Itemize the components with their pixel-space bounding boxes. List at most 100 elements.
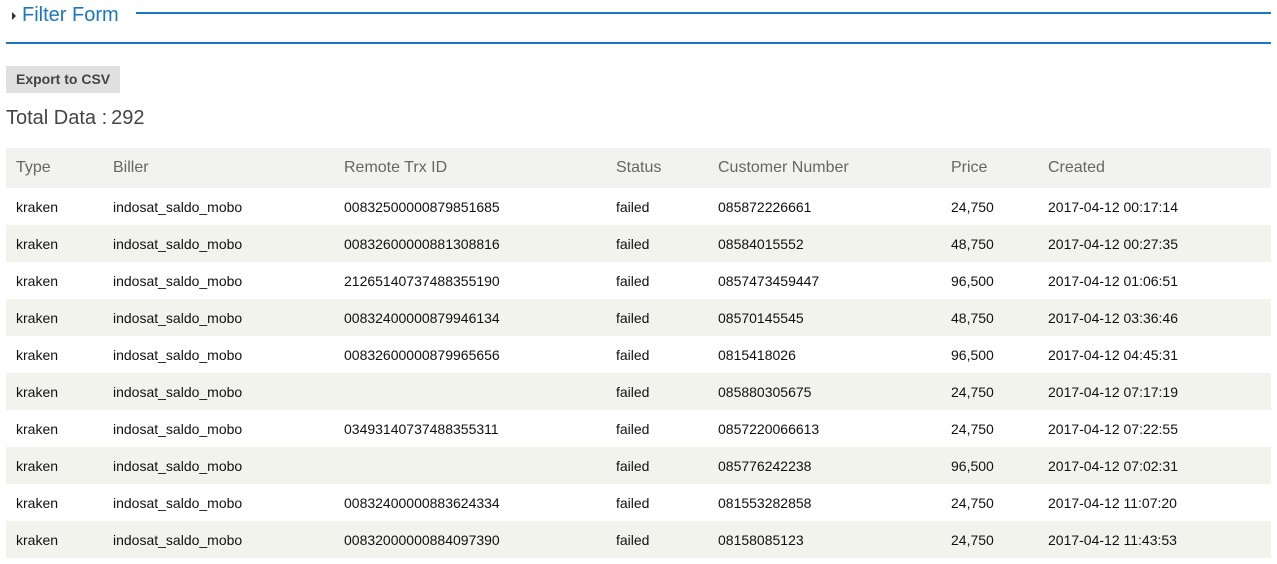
table-row: kraken indosat_saldo_mobo 0083260000087996… [6,336,1271,373]
biller-cell: indosat_saldo_mobo [103,373,334,410]
biller-cell: indosat_saldo_mobo [103,410,334,447]
type-cell: kraken [6,521,103,558]
column-status-header[interactable]: Status [606,148,708,188]
filter-form-toggle[interactable]: Filter Form [12,3,119,27]
customer-number-cell: 085880305675 [708,373,941,410]
column-type-header[interactable]: Type [6,148,103,188]
created-cell: 2017-04-12 11:43:53 [1038,521,1271,558]
status-cell: failed [606,447,708,484]
total-data-count: 292 [111,107,145,129]
price-cell: 24,750 [941,484,1038,521]
type-cell: kraken [6,447,103,484]
created-cell: 2017-04-12 07:22:55 [1038,410,1271,447]
column-biller-header[interactable]: Biller [103,148,334,188]
transactions-table: Type Biller Remote Trx ID Status Customer Nu… [6,148,1271,558]
status-cell: failed [606,299,708,336]
caret-right-icon [12,12,16,20]
column-created-header[interactable]: Created [1038,148,1271,188]
remote-trx-id-cell: 21265140737488355190 [334,262,606,299]
table-row: kraken indosat_saldo_mobo 2126514073748835… [6,262,1271,299]
price-cell: 48,750 [941,225,1038,262]
type-cell: kraken [6,188,103,225]
created-cell: 2017-04-12 04:45:31 [1038,336,1271,373]
remote-trx-id-cell [334,373,606,410]
table-row: kraken indosat_saldo_mobo 0083250000087985… [6,188,1271,225]
biller-cell: indosat_saldo_mobo [103,225,334,262]
remote-trx-id-cell: 00832600000879965656 [334,336,606,373]
total-data: Total Data :292 [6,106,145,130]
type-cell: kraken [6,262,103,299]
remote-trx-id-cell: 00832500000879851685 [334,188,606,225]
table-row: kraken indosat_saldo_mobo failed 0857762422… [6,447,1271,484]
price-cell: 24,750 [941,410,1038,447]
biller-cell: indosat_saldo_mobo [103,188,334,225]
filter-form-header: Filter Form [6,0,1271,30]
type-cell: kraken [6,336,103,373]
type-cell: kraken [6,484,103,521]
biller-cell: indosat_saldo_mobo [103,484,334,521]
status-cell: failed [606,373,708,410]
status-cell: failed [606,262,708,299]
table-row: kraken indosat_saldo_mobo 0083240000087994… [6,299,1271,336]
fieldset-divider [6,42,1271,44]
price-cell: 96,500 [941,336,1038,373]
price-cell: 24,750 [941,521,1038,558]
table-row: kraken indosat_saldo_mobo failed 0858803056… [6,373,1271,410]
legend-divider [136,12,1271,14]
status-cell: failed [606,188,708,225]
type-cell: kraken [6,225,103,262]
created-cell: 2017-04-12 07:17:19 [1038,373,1271,410]
customer-number-cell: 08570145545 [708,299,941,336]
table-row: kraken indosat_saldo_mobo 0349314073748835… [6,410,1271,447]
customer-number-cell: 08158085123 [708,521,941,558]
remote-trx-id-cell: 00832400000883624334 [334,484,606,521]
column-customer-number-header[interactable]: Customer Number [708,148,941,188]
table-header-row: Type Biller Remote Trx ID Status Customer Nu… [6,148,1271,188]
export-csv-button[interactable]: Export to CSV [6,66,121,93]
price-cell: 48,750 [941,299,1038,336]
status-cell: failed [606,336,708,373]
type-cell: kraken [6,373,103,410]
table-body: kraken indosat_saldo_mobo 0083250000087985… [6,188,1271,558]
remote-trx-id-cell: 00832000000884097390 [334,521,606,558]
column-remote-trx-id-header[interactable]: Remote Trx ID [334,148,606,188]
column-price-header[interactable]: Price [941,148,1038,188]
customer-number-cell: 085872226661 [708,188,941,225]
status-cell: failed [606,521,708,558]
biller-cell: indosat_saldo_mobo [103,299,334,336]
biller-cell: indosat_saldo_mobo [103,447,334,484]
remote-trx-id-cell: 03493140737488355311 [334,410,606,447]
total-data-label: Total Data : [6,107,108,129]
remote-trx-id-cell: 00832600000881308816 [334,225,606,262]
type-cell: kraken [6,299,103,336]
created-cell: 2017-04-12 07:02:31 [1038,447,1271,484]
created-cell: 2017-04-12 00:17:14 [1038,188,1271,225]
status-cell: failed [606,484,708,521]
price-cell: 96,500 [941,447,1038,484]
status-cell: failed [606,410,708,447]
price-cell: 24,750 [941,188,1038,225]
table-row: kraken indosat_saldo_mobo 0083200000088409… [6,521,1271,558]
customer-number-cell: 0815418026 [708,336,941,373]
price-cell: 96,500 [941,262,1038,299]
type-cell: kraken [6,410,103,447]
status-cell: failed [606,225,708,262]
created-cell: 2017-04-12 00:27:35 [1038,225,1271,262]
customer-number-cell: 085776242238 [708,447,941,484]
remote-trx-id-cell [334,447,606,484]
table-row: kraken indosat_saldo_mobo 0083240000088362… [6,484,1271,521]
customer-number-cell: 0857473459447 [708,262,941,299]
customer-number-cell: 0857220066613 [708,410,941,447]
price-cell: 24,750 [941,373,1038,410]
created-cell: 2017-04-12 03:36:46 [1038,299,1271,336]
created-cell: 2017-04-12 01:06:51 [1038,262,1271,299]
created-cell: 2017-04-12 11:07:20 [1038,484,1271,521]
biller-cell: indosat_saldo_mobo [103,521,334,558]
biller-cell: indosat_saldo_mobo [103,262,334,299]
filter-form-title: Filter Form [22,4,119,26]
biller-cell: indosat_saldo_mobo [103,336,334,373]
remote-trx-id-cell: 00832400000879946134 [334,299,606,336]
customer-number-cell: 081553282858 [708,484,941,521]
table-row: kraken indosat_saldo_mobo 0083260000088130… [6,225,1271,262]
customer-number-cell: 08584015552 [708,225,941,262]
